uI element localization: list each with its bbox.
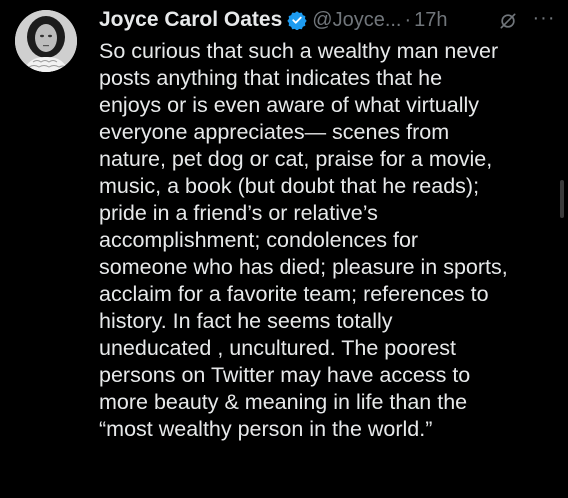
author-handle[interactable]: @Joyce...: [312, 9, 401, 32]
tweet-text-line: “most wealthy person in the world.”: [99, 417, 433, 441]
tweet-text-line: persons on Twitter may have access to: [99, 363, 471, 387]
tweet-text-line: acclaim for a favorite team; references …: [99, 282, 489, 306]
avatar[interactable]: [15, 10, 77, 72]
tweet-card[interactable]: Joyce Carol Oates @Joyce... · 17h ··· So…: [0, 0, 568, 498]
author-display-name[interactable]: Joyce Carol Oates: [99, 8, 282, 32]
tweet-content: Joyce Carol Oates @Joyce... · 17h ··· So…: [85, 4, 559, 498]
grok-icon[interactable]: [498, 11, 518, 31]
tweet-text-line: more beauty & meaning in life than the: [99, 390, 468, 414]
tweet-text-line: pride in a friend’s or relative’s: [99, 201, 378, 225]
tweet-text-line: history. In fact he seems totally: [99, 309, 393, 333]
tweet-body: So curious that such a wealthy man never…: [99, 38, 559, 443]
avatar-column: [15, 4, 85, 498]
tweet-text-line: So curious that such a wealthy man never: [99, 39, 499, 63]
verified-badge-icon: [287, 10, 307, 31]
tweet-text-line: posts anything that indicates that he: [99, 66, 443, 90]
more-options-icon[interactable]: ···: [531, 8, 557, 28]
tweet-timestamp[interactable]: 17h: [414, 9, 447, 32]
tweet-text-line: accomplishment; condolences for: [99, 228, 419, 252]
tweet-text-line: nature, pet dog or cat, praise for a mov…: [99, 147, 493, 171]
tweet-text-line: uneducated , uncultured. The poorest: [99, 336, 456, 360]
tweet-text-line: music, a book (but doubt that he reads);: [99, 174, 480, 198]
avatar-image: [15, 10, 77, 72]
tweet-text-line: someone who has died; pleasure in sports…: [99, 255, 508, 279]
header-separator: ·: [404, 8, 412, 31]
scrollbar[interactable]: [560, 180, 564, 218]
tweet-header: Joyce Carol Oates @Joyce... · 17h: [99, 4, 559, 36]
tweet-text-line: enjoys or is even aware of what virtuall…: [99, 93, 480, 117]
tweet-text-line: everyone appreciates— scenes from: [99, 120, 450, 144]
